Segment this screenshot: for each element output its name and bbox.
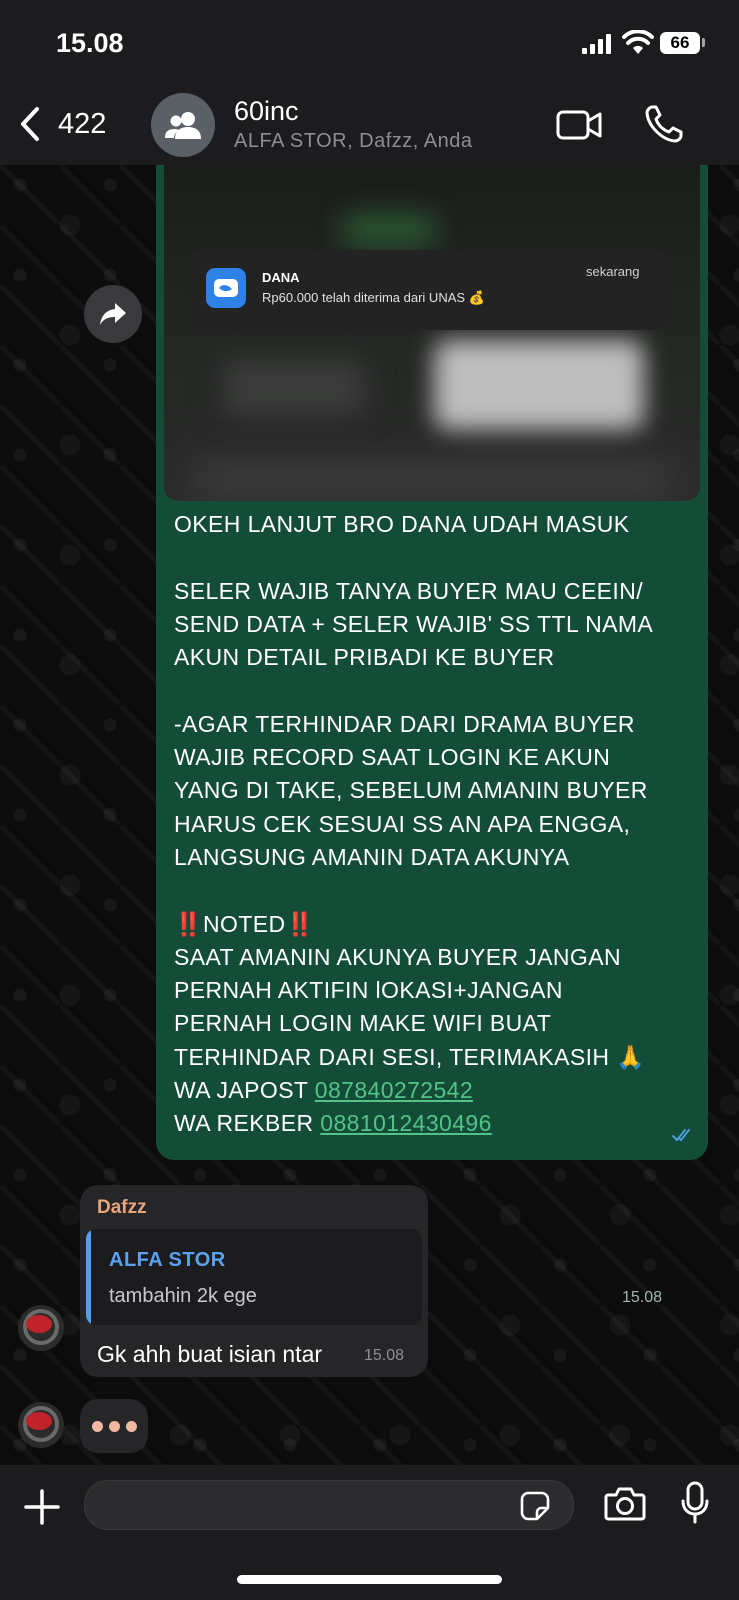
blurred-area	[434, 340, 644, 430]
camera-icon[interactable]	[604, 1485, 646, 1523]
blurred-area	[344, 215, 434, 245]
message-text: OKEH LANJUT BRO DANA UDAH MASUK SELER WA…	[174, 508, 694, 1141]
dana-app-icon	[206, 268, 246, 308]
status-time: 15.08	[56, 28, 124, 58]
battery-icon: 66	[660, 32, 700, 54]
message-line: OKEH LANJUT BRO DANA UDAH MASUK	[174, 511, 630, 537]
quoted-message[interactable]: ALFA STOR tambahin 2k ege	[86, 1229, 422, 1325]
read-receipt-icon	[672, 1129, 690, 1142]
microphone-icon[interactable]	[680, 1481, 710, 1525]
sender-avatar[interactable]	[18, 1402, 64, 1448]
message-line: SAAT AMANIN AKUNYA BUYER JANGAN PERNAH A…	[174, 943, 646, 1070]
message-line: SELER WAJIB TANYA BUYER MAU CEEIN/ SEND …	[174, 577, 654, 671]
typing-dot	[91, 1420, 103, 1432]
message-input[interactable]	[84, 1480, 574, 1530]
typing-dot	[108, 1420, 120, 1432]
home-indicator	[237, 1575, 502, 1584]
message-line: -AGAR TERHINDAR DARI DRAMA BUYER WAJIB R…	[174, 710, 648, 870]
rekber-phone-link[interactable]: 0881012430496	[320, 1110, 492, 1136]
japost-phone-link[interactable]: 087840272542	[315, 1077, 473, 1103]
phone-call-icon[interactable]	[644, 104, 684, 144]
image-attachment[interactable]: DANA Rp60.000 telah diterima dari UNAS 💰…	[164, 165, 700, 501]
typing-indicator	[80, 1399, 148, 1453]
signal-icon	[582, 34, 616, 54]
chevron-left-icon	[21, 107, 39, 141]
notification-card: DANA Rp60.000 telah diterima dari UNAS 💰…	[186, 250, 672, 330]
quote-text: tambahin 2k ege	[109, 1285, 257, 1307]
sender-name[interactable]: Dafzz	[97, 1197, 147, 1219]
group-avatar[interactable]	[151, 93, 215, 157]
notification-app: DANA	[262, 270, 300, 285]
group-icon	[165, 112, 201, 139]
chat-header: 422 60inc ALFA STOR, Dafzz, Anda	[0, 88, 739, 165]
unread-count: 422	[58, 107, 107, 140]
message-time: 15.08	[364, 1347, 405, 1364]
forward-icon	[100, 303, 126, 325]
typing-dot	[125, 1420, 137, 1432]
notification-text: Rp60.000 telah diterima dari UNAS 💰	[262, 290, 485, 305]
video-call-icon[interactable]	[556, 108, 602, 142]
forward-button[interactable]	[84, 285, 142, 343]
plus-icon[interactable]	[22, 1487, 62, 1527]
rekber-label: WA REKBER	[174, 1110, 321, 1137]
message-text: Gk ahh buat isian ntar	[97, 1341, 323, 1367]
quote-bar	[86, 1229, 91, 1325]
group-members[interactable]: ALFA STOR, Dafzz, Anda	[234, 130, 473, 153]
message-time: 15.08	[622, 1289, 663, 1306]
blurred-area	[224, 360, 364, 415]
quote-author: ALFA STOR	[109, 1249, 226, 1271]
incoming-message[interactable]: Dafzz ALFA STOR tambahin 2k ege Gk ahh b…	[80, 1185, 428, 1377]
outgoing-message[interactable]: DANA Rp60.000 telah diterima dari UNAS 💰…	[156, 165, 708, 1306]
group-name[interactable]: 60inc	[234, 96, 299, 127]
status-bar: 15.08 66	[0, 0, 739, 88]
sender-avatar[interactable]	[18, 1305, 64, 1351]
wifi-icon	[622, 30, 654, 54]
back-button[interactable]: 422	[20, 102, 106, 146]
notification-time: sekarang	[586, 264, 640, 279]
sticker-icon[interactable]	[520, 1491, 550, 1521]
noted-label: ‼️NOTED‼️	[174, 910, 315, 937]
japost-label: WA JAPOST	[174, 1077, 315, 1104]
blurred-area	[194, 460, 674, 500]
battery-tip	[702, 38, 705, 47]
